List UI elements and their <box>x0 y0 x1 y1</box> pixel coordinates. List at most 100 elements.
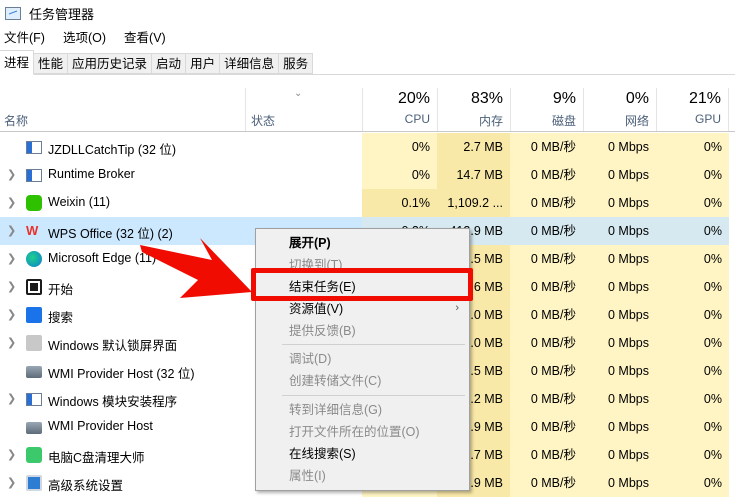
gpu-cell: 0% <box>656 441 729 469</box>
tab-users[interactable]: 用户 <box>186 53 221 74</box>
menu-item-open-file-location[interactable]: 打开文件所在的位置(O) <box>289 421 420 443</box>
column-name[interactable]: 名称 <box>4 112 28 129</box>
cpu-label: CPU <box>404 112 430 126</box>
expand-chevron-icon[interactable]: ❯ <box>7 448 16 461</box>
column-header: 名称 ⌄ 状态 20% CPU 83% 内存 9% 磁盘 0% 网络 21% GPU <box>0 88 735 132</box>
disk-cell: 0 MB/秒 <box>510 385 583 413</box>
disk-cell: 0 MB/秒 <box>510 329 583 357</box>
tab-performance[interactable]: 性能 <box>34 53 69 74</box>
process-name: Microsoft Edge (11) <box>48 251 157 265</box>
menu-item-search-online[interactable]: 在线搜索(S) <box>289 443 356 465</box>
start-icon <box>26 279 42 295</box>
tab-startup[interactable]: 启动 <box>152 53 187 74</box>
menu-options[interactable]: 选项(O) <box>59 28 110 48</box>
app-window-icon <box>26 169 42 182</box>
memory-cell: 14.7 MB <box>437 161 510 189</box>
table-row[interactable]: ❯ Weixin (11) 0.1% 1,109.2 ... 0 MB/秒 0 Mbps 0… <box>0 189 735 217</box>
process-name: 电脑C盘清理大师 <box>48 451 145 465</box>
network-cell: 0 Mbps <box>583 441 656 469</box>
gpu-cell: 0% <box>656 301 729 329</box>
tab-details[interactable]: 详细信息 <box>220 53 280 74</box>
expand-chevron-icon[interactable]: ❯ <box>7 476 16 489</box>
wmi-icon <box>26 366 42 378</box>
app-window-icon <box>26 141 42 154</box>
tab-processes[interactable]: 进程 <box>0 50 35 75</box>
submenu-chevron-icon: › <box>455 302 459 314</box>
expand-chevron-icon[interactable]: ❯ <box>7 196 16 209</box>
cleaner-icon <box>26 447 42 463</box>
memory-label: 内存 <box>478 114 503 128</box>
gpu-cell: 0% <box>656 133 729 161</box>
network-cell: 0 Mbps <box>583 413 656 441</box>
memory-cell: 1,109.2 ... <box>437 189 510 217</box>
disk-cell: 0 MB/秒 <box>510 273 583 301</box>
menu-item-create-dump[interactable]: 创建转储文件(C) <box>289 370 381 392</box>
disk-cell: 0 MB/秒 <box>510 441 583 469</box>
expand-chevron-icon[interactable]: ❯ <box>7 252 16 265</box>
menu-separator <box>282 395 465 396</box>
gpu-cell: 0% <box>656 329 729 357</box>
process-name: WPS Office (32 位) (2) <box>48 227 173 241</box>
column-status[interactable]: ⌄ 状态 <box>245 88 362 131</box>
table-row[interactable]: ❯ Runtime Broker 0% 14.7 MB 0 MB/秒 0 Mbps 0% <box>0 161 735 189</box>
expand-chevron-icon[interactable]: ❯ <box>7 336 16 349</box>
column-memory[interactable]: 83% 内存 <box>437 88 510 131</box>
menu-item-debug[interactable]: 调试(D) <box>289 348 331 370</box>
network-cell: 0 Mbps <box>583 217 656 245</box>
column-network[interactable]: 0% 网络 <box>583 88 656 131</box>
process-name: 搜索 <box>48 311 74 325</box>
tab-app-history[interactable]: 应用历史记录 <box>68 53 153 74</box>
title-bar: 任务管理器 <box>0 0 94 26</box>
search-icon <box>26 307 42 323</box>
column-status-label: 状态 <box>251 114 276 128</box>
menu-item-go-to-details[interactable]: 转到详细信息(G) <box>289 399 382 421</box>
column-disk[interactable]: 9% 磁盘 <box>510 88 583 131</box>
network-cell: 0 Mbps <box>583 301 656 329</box>
cpu-cell: 0.1% <box>362 189 437 217</box>
menu-view[interactable]: 查看(V) <box>120 28 170 48</box>
menu-bar: 文件(F) 选项(O) 查看(V) <box>0 28 170 48</box>
cpu-cell: 0% <box>362 161 437 189</box>
menu-item-expand[interactable]: 展开(P) <box>289 232 331 254</box>
expand-chevron-icon[interactable]: ❯ <box>7 280 16 293</box>
network-total: 0% <box>625 90 649 107</box>
network-cell: 0 Mbps <box>583 329 656 357</box>
expand-chevron-icon[interactable]: ❯ <box>7 168 16 181</box>
gpu-cell: 0% <box>656 161 729 189</box>
gpu-cell: 0% <box>656 273 729 301</box>
menu-item-feedback[interactable]: 提供反馈(B) <box>289 320 356 342</box>
process-name: JZDLLCatchTip (32 位) <box>48 143 177 157</box>
app-window-icon <box>26 393 42 406</box>
process-name: Windows 模块安装程序 <box>48 395 178 409</box>
disk-cell: 0 MB/秒 <box>510 469 583 497</box>
process-name: Windows 默认锁屏界面 <box>48 339 178 353</box>
network-cell: 0 Mbps <box>583 245 656 273</box>
edge-icon <box>26 251 42 267</box>
disk-cell: 0 MB/秒 <box>510 217 583 245</box>
highlight-box <box>251 268 473 301</box>
scrollbar[interactable] <box>729 133 735 500</box>
column-gpu[interactable]: 21% GPU <box>656 88 729 131</box>
menu-item-properties[interactable]: 属性(I) <box>289 465 326 487</box>
gpu-total: 21% <box>688 90 721 107</box>
process-name: Weixin (11) <box>48 195 111 209</box>
network-cell: 0 Mbps <box>583 385 656 413</box>
expand-chevron-icon[interactable]: ❯ <box>7 224 16 237</box>
menu-file[interactable]: 文件(F) <box>0 28 49 48</box>
table-row[interactable]: JZDLLCatchTip (32 位) 0% 2.7 MB 0 MB/秒 0 Mbps… <box>0 133 735 161</box>
menu-item-resource-values[interactable]: 资源值(V) <box>289 298 343 320</box>
gpu-cell: 0% <box>656 357 729 385</box>
expand-chevron-icon[interactable]: ❯ <box>7 392 16 405</box>
tab-services[interactable]: 服务 <box>279 53 314 74</box>
process-name: WMI Provider Host (32 位) <box>48 367 195 381</box>
wps-icon: W <box>26 223 39 238</box>
gpu-cell: 0% <box>656 217 729 245</box>
gpu-cell: 0% <box>656 469 729 497</box>
disk-cell: 0 MB/秒 <box>510 301 583 329</box>
expand-chevron-icon[interactable]: ❯ <box>7 308 16 321</box>
cpu-total: 20% <box>397 90 430 107</box>
gpu-cell: 0% <box>656 189 729 217</box>
disk-cell: 0 MB/秒 <box>510 133 583 161</box>
column-cpu[interactable]: 20% CPU <box>362 88 437 131</box>
cpu-cell: 0% <box>362 133 437 161</box>
